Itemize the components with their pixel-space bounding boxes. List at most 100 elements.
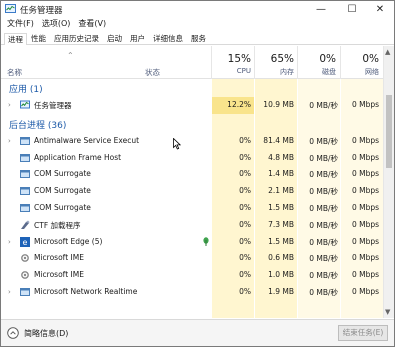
- network-value: 0 Mbps: [351, 202, 379, 212]
- group-header-apps[interactable]: 应用 (1): [1, 79, 383, 97]
- expand-arrow-icon[interactable]: ›: [8, 137, 11, 145]
- disk-value: 0 MB/秒: [309, 170, 338, 180]
- cpu-value: 0%: [239, 152, 251, 162]
- table-row[interactable]: › Microsoft Network Realtime ... 0% 1.9 …: [1, 284, 383, 301]
- cpu-value: 0%: [239, 169, 251, 179]
- scroll-down-icon[interactable]: ▼: [385, 308, 390, 316]
- tab-startup[interactable]: 启动: [103, 32, 126, 44]
- process-list: 应用 (1) › 任务管理器 12.2% 10.9 MB 0 MB/秒 0 Mb…: [1, 79, 383, 318]
- disk-value: 0 MB/秒: [309, 136, 338, 146]
- app-frame-icon: [20, 187, 30, 196]
- cpu-value: 0%: [239, 270, 251, 280]
- header-memory-percent[interactable]: 65%: [256, 53, 294, 65]
- cpu-value: 0%: [239, 186, 251, 196]
- end-task-button[interactable]: 结束任务(E): [338, 325, 388, 341]
- process-name: Microsoft Network Realtime ...: [34, 286, 139, 296]
- process-name: CTF 加载程序: [34, 220, 81, 230]
- header-network[interactable]: 网络: [341, 67, 379, 77]
- table-row[interactable]: Microsoft IME 0% 0.6 MB 0 MB/秒 0 Mbps: [1, 250, 383, 267]
- app-frame-icon: [20, 153, 30, 162]
- ime-icon: [21, 271, 29, 280]
- header-cpu[interactable]: CPU: [213, 67, 251, 75]
- memory-value: 10.9 MB: [263, 100, 294, 109]
- cpu-value: 0%: [239, 135, 251, 145]
- network-value: 0 Mbps: [351, 270, 379, 280]
- group-header-background[interactable]: 后台进程 (36): [1, 114, 383, 133]
- collapse-up-icon[interactable]: [7, 327, 19, 339]
- memory-value: 0.6 MB: [268, 253, 294, 263]
- table-row[interactable]: Application Frame Host 0% 4.8 MB 0 MB/秒 …: [1, 150, 383, 167]
- process-name: 任务管理器: [34, 101, 72, 110]
- tab-details[interactable]: 详细信息: [149, 32, 187, 44]
- disk-value: 0 MB/秒: [309, 187, 338, 197]
- menu-file[interactable]: 文件(F): [1, 18, 38, 31]
- disk-value: 0 MB/秒: [309, 153, 338, 163]
- expand-arrow-icon[interactable]: ›: [8, 101, 11, 109]
- tab-performance[interactable]: 性能: [27, 32, 50, 44]
- cpu-value: 0%: [239, 219, 251, 229]
- header-cpu-percent[interactable]: 15%: [213, 53, 251, 65]
- expand-arrow-icon[interactable]: ›: [8, 238, 11, 246]
- table-row[interactable]: CTF 加载程序 0% 7.3 MB 0 MB/秒 0 Mbps: [1, 217, 383, 234]
- table-row[interactable]: COM Surrogate 0% 1.4 MB 0 MB/秒 0 Mbps: [1, 166, 383, 183]
- disk-value: 0 MB/秒: [309, 220, 338, 230]
- header-disk-percent[interactable]: 0%: [298, 53, 336, 65]
- suspended-leaf-icon: [203, 236, 209, 246]
- mouse-cursor-icon: [173, 138, 181, 150]
- header-memory[interactable]: 内存: [256, 67, 294, 77]
- tab-services[interactable]: 服务: [187, 32, 210, 44]
- table-row[interactable]: › 任务管理器 12.2% 10.9 MB 0 MB/秒 0 Mbps: [1, 97, 383, 114]
- sort-up-icon[interactable]: ⌃: [67, 51, 74, 60]
- vertical-scrollbar[interactable]: ▲ ▼: [383, 46, 394, 318]
- cpu-value: 0%: [239, 202, 251, 212]
- expand-arrow-icon[interactable]: ›: [8, 288, 11, 296]
- header-network-percent[interactable]: 0%: [341, 53, 379, 65]
- process-name: Antimalware Service Executa...: [34, 135, 139, 145]
- cpu-value: 12.2%: [227, 100, 251, 109]
- close-button[interactable]: ✕: [366, 1, 394, 18]
- window-title: 任务管理器: [20, 6, 63, 16]
- header-disk[interactable]: 磁盘: [298, 67, 336, 77]
- task-manager-icon: [5, 4, 16, 13]
- disk-value: 0 MB/秒: [309, 271, 338, 281]
- tab-app-history[interactable]: 应用历史记录: [50, 32, 103, 44]
- process-name: Application Frame Host: [34, 152, 122, 162]
- footer-bar: 简略信息(D) 结束任务(E): [1, 319, 394, 346]
- fewer-details-link[interactable]: 简略信息(D): [24, 328, 68, 339]
- maximize-button[interactable]: ☐: [338, 1, 366, 18]
- network-value: 0 Mbps: [351, 100, 379, 109]
- network-value: 0 Mbps: [351, 169, 379, 179]
- column-divider: [211, 46, 212, 79]
- ctf-loader-icon: [21, 220, 30, 229]
- network-value: 0 Mbps: [351, 236, 379, 246]
- minimize-button[interactable]: —: [307, 1, 335, 18]
- tab-users[interactable]: 用户: [126, 32, 149, 44]
- task-manager-icon: [20, 100, 30, 109]
- table-row[interactable]: › e Microsoft Edge (5) 0% 1.5 MB 0 MB/秒 …: [1, 234, 383, 251]
- scrollbar-thumb[interactable]: [386, 95, 392, 168]
- process-name: Microsoft IME: [34, 253, 84, 263]
- memory-value: 1.5 MB: [268, 202, 294, 212]
- header-status[interactable]: 状态: [145, 67, 160, 78]
- tab-processes[interactable]: 进程: [4, 33, 27, 45]
- memory-value: 2.1 MB: [268, 186, 294, 196]
- scroll-up-icon[interactable]: ▲: [385, 48, 390, 56]
- memory-value: 81.4 MB: [263, 135, 294, 145]
- app-frame-icon: [20, 170, 30, 179]
- group-label-background: 后台进程 (36): [9, 120, 67, 131]
- menu-view[interactable]: 查看(V): [74, 18, 110, 31]
- table-row[interactable]: Microsoft IME 0% 1.0 MB 0 MB/秒 0 Mbps: [1, 267, 383, 284]
- header-name[interactable]: 名称: [7, 67, 22, 78]
- disk-value: 0 MB/秒: [309, 254, 338, 264]
- disk-value: 0 MB/秒: [309, 203, 338, 213]
- network-value: 0 Mbps: [351, 253, 379, 263]
- menu-options[interactable]: 选项(O): [38, 18, 75, 31]
- table-row[interactable]: › Antimalware Service Executa... 0% 81.4…: [1, 133, 383, 150]
- table-row[interactable]: COM Surrogate 0% 2.1 MB 0 MB/秒 0 Mbps: [1, 183, 383, 200]
- service-icon: [20, 287, 30, 296]
- column-header: ⌃ 名称 状态 15% CPU 65% 内存 0% 磁盘 0% 网络: [1, 46, 383, 79]
- task-manager-window: 任务管理器 — ☐ ✕ 文件(F) 选项(O) 查看(V) 进程 性能 应用历史…: [0, 0, 395, 347]
- table-row[interactable]: COM Surrogate 0% 1.5 MB 0 MB/秒 0 Mbps: [1, 200, 383, 217]
- network-value: 0 Mbps: [351, 135, 379, 145]
- network-value: 0 Mbps: [351, 219, 379, 229]
